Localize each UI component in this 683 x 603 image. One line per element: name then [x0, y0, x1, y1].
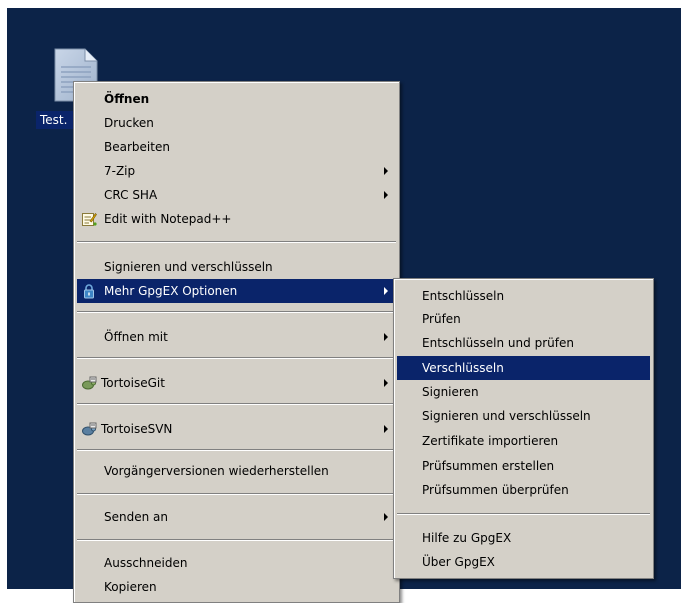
menu-item-open[interactable]: Öffnen — [77, 87, 396, 111]
menu-separator — [77, 403, 396, 405]
menu-separator — [77, 241, 396, 243]
submenu-item-verify-checksums[interactable]: Prüfsummen überprüfen — [397, 478, 650, 502]
submenu-arrow-icon — [384, 513, 388, 521]
menu-separator — [77, 449, 396, 451]
context-menu: Öffnen Drucken Bearbeiten 7-Zip CRC SHA … — [73, 81, 400, 603]
submenu-item-decrypt[interactable]: Entschlüsseln — [397, 284, 650, 308]
submenu-item-decrypt-and-verify[interactable]: Entschlüsseln und prüfen — [397, 331, 650, 355]
submenu-item-label: Hilfe zu GpgEX — [422, 531, 512, 545]
menu-item-more-gpgex-options[interactable]: Mehr GpgEX Optionen — [77, 279, 396, 303]
menu-item-label: Drucken — [104, 116, 154, 130]
submenu-arrow-icon — [384, 425, 388, 433]
menu-item-label: CRC SHA — [104, 188, 158, 202]
menu-item-copy[interactable]: Kopieren — [77, 575, 396, 599]
lock-icon — [84, 284, 94, 299]
menu-item-restore-previous-versions[interactable]: Vorgängerversionen wiederherstellen — [77, 459, 396, 483]
menu-item-label: Senden an — [104, 510, 168, 524]
submenu-item-label: Prüfsummen erstellen — [422, 459, 555, 473]
menu-item-label: Bearbeiten — [104, 140, 170, 154]
tortoisegit-icon — [82, 376, 97, 390]
menu-separator — [77, 539, 396, 541]
submenu-item-label: Prüfsummen überprüfen — [422, 483, 569, 497]
menu-item-print[interactable]: Drucken — [77, 111, 396, 135]
menu-item-sign-and-encrypt[interactable]: Signieren und verschlüsseln — [77, 255, 396, 279]
menu-item-tortoisegit[interactable]: TortoiseGit — [77, 371, 396, 395]
menu-item-open-with[interactable]: Öffnen mit — [77, 325, 396, 349]
submenu-arrow-icon — [384, 191, 388, 199]
submenu-arrow-icon — [384, 287, 388, 295]
submenu-item-label: Signieren und verschlüsseln — [422, 409, 591, 423]
submenu-item-label: Entschlüsseln — [422, 289, 505, 303]
submenu-item-help-gpgex[interactable]: Hilfe zu GpgEX — [397, 526, 650, 550]
submenu-item-label: Zertifikate importieren — [422, 434, 559, 448]
menu-item-edit[interactable]: Bearbeiten — [77, 135, 396, 159]
submenu-item-verify[interactable]: Prüfen — [397, 307, 650, 331]
submenu-item-sign-and-encrypt[interactable]: Signieren und verschlüsseln — [397, 404, 650, 428]
submenu-item-label: Entschlüsseln und prüfen — [422, 336, 574, 350]
menu-separator — [77, 311, 396, 313]
menu-item-label: Signieren und verschlüsseln — [104, 260, 273, 274]
submenu-item-import-certificates[interactable]: Zertifikate importieren — [397, 429, 650, 453]
submenu-arrow-icon — [384, 379, 388, 387]
notepad-plus-plus-icon — [82, 213, 97, 226]
menu-item-crc-sha[interactable]: CRC SHA — [77, 183, 396, 207]
menu-item-label: 7-Zip — [104, 164, 136, 178]
menu-separator — [77, 357, 396, 359]
menu-item-cut[interactable]: Ausschneiden — [77, 551, 396, 575]
gpgex-submenu: Entschlüsseln Prüfen Entschlüsseln und p… — [393, 278, 654, 579]
menu-item-tortoisesvn[interactable]: TortoiseSVN — [77, 417, 396, 441]
menu-separator — [397, 513, 650, 515]
submenu-item-encrypt[interactable]: Verschlüsseln — [397, 356, 650, 380]
menu-item-label: Öffnen — [104, 92, 150, 106]
tortoisesvn-icon — [82, 422, 97, 436]
submenu-item-label: Verschlüsseln — [422, 361, 504, 375]
menu-item-label: TortoiseSVN — [101, 422, 173, 436]
submenu-arrow-icon — [384, 167, 388, 175]
menu-item-label: Kopieren — [104, 580, 157, 594]
menu-item-send-to[interactable]: Senden an — [77, 505, 396, 529]
submenu-arrow-icon — [384, 333, 388, 341]
submenu-item-create-checksums[interactable]: Prüfsummen erstellen — [397, 454, 650, 478]
menu-item-7zip[interactable]: 7-Zip — [77, 159, 396, 183]
menu-item-label: Mehr GpgEX Optionen — [104, 284, 238, 298]
submenu-item-sign[interactable]: Signieren — [397, 380, 650, 404]
menu-item-label: Vorgängerversionen wiederherstellen — [104, 464, 329, 478]
menu-item-label: TortoiseGit — [101, 376, 165, 390]
submenu-item-about-gpgex[interactable]: Über GpgEX — [397, 550, 650, 574]
menu-item-label: Ausschneiden — [104, 556, 188, 570]
submenu-item-label: Signieren — [422, 385, 479, 399]
menu-item-edit-with-notepad[interactable]: Edit with Notepad++ — [77, 207, 396, 231]
submenu-item-label: Prüfen — [422, 312, 461, 326]
menu-item-label: Öffnen mit — [104, 330, 168, 344]
submenu-item-label: Über GpgEX — [422, 555, 495, 569]
menu-item-label: Edit with Notepad++ — [104, 212, 232, 226]
menu-separator — [77, 493, 396, 495]
